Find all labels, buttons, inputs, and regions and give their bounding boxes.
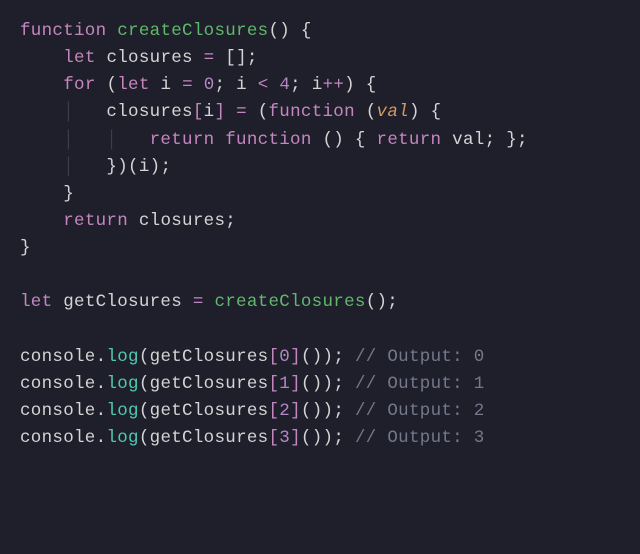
line-13: console.log(getClosures[0]()); // Output… [20, 347, 485, 367]
line-9: } [20, 238, 31, 258]
line-1: function createClosures() { [20, 21, 312, 41]
line-14: console.log(getClosures[1]()); // Output… [20, 374, 485, 394]
line-16: console.log(getClosures[3]()); // Output… [20, 428, 485, 448]
line-11: let getClosures = createClosures(); [20, 292, 398, 312]
line-4: │ closures[i] = (function (val) { [20, 102, 441, 122]
line-7: } [20, 184, 74, 204]
line-8: return closures; [20, 211, 236, 231]
line-15: console.log(getClosures[2]()); // Output… [20, 401, 485, 421]
line-3: for (let i = 0; i < 4; i++) { [20, 75, 377, 95]
line-5: │ │ return function () { return val; }; [20, 130, 528, 150]
line-10 [20, 265, 31, 285]
line-12 [20, 319, 31, 339]
line-6: │ })(i); [20, 157, 171, 177]
line-2: let closures = []; [20, 48, 258, 68]
code-block: function createClosures() { let closures… [20, 18, 620, 452]
